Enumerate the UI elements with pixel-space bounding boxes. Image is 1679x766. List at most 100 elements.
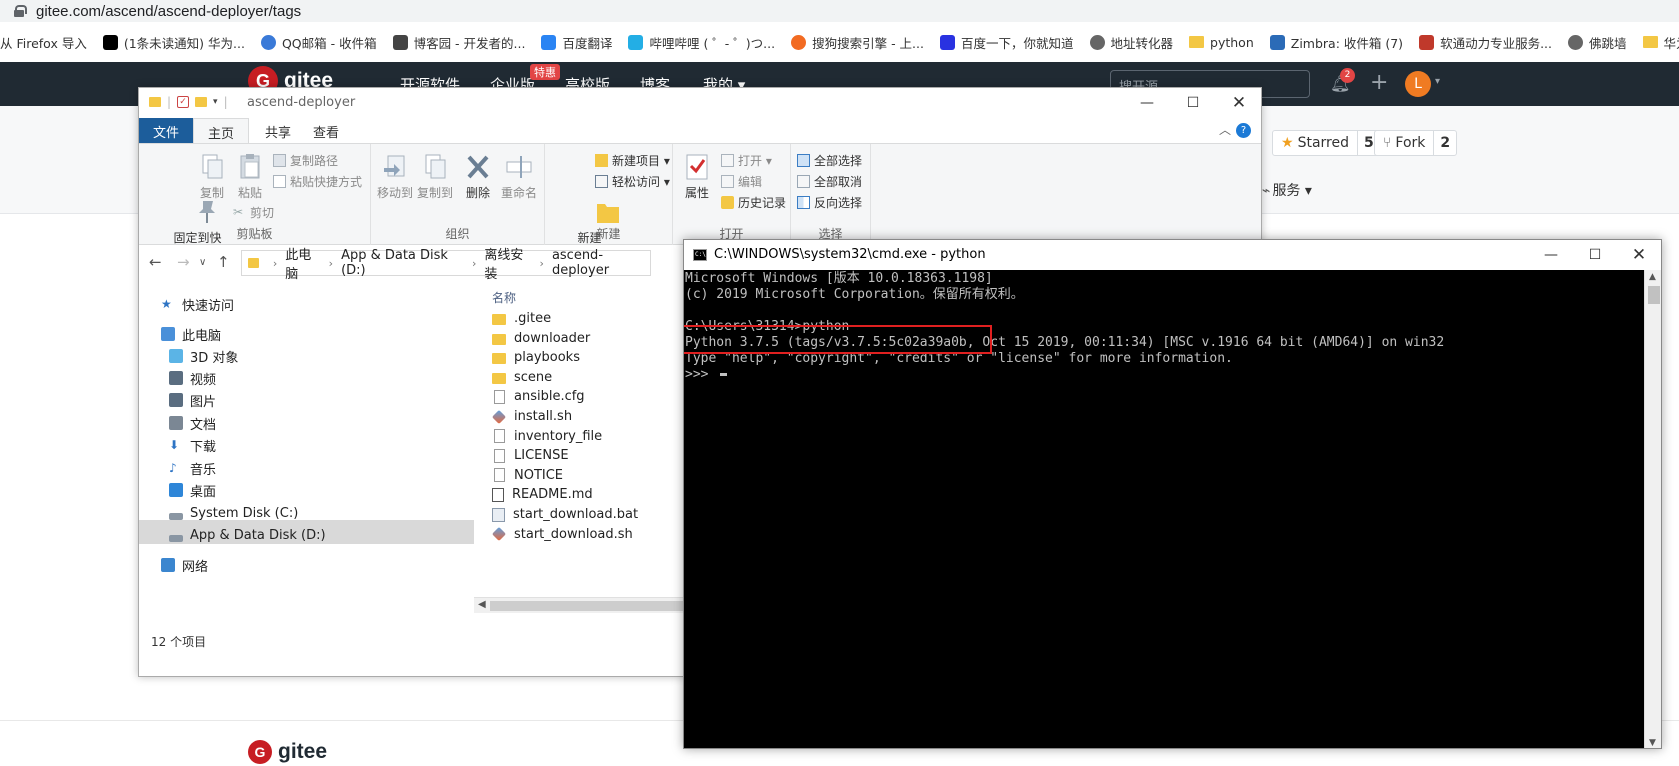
file-row[interactable]: playbooks [492, 348, 580, 367]
cmd-title-bar[interactable]: C:\ C:\WINDOWS\system32\cmd.exe - python… [684, 240, 1661, 270]
scroll-up-icon[interactable]: ▲ [1649, 272, 1656, 282]
breadcrumb-item[interactable]: ascend-deployer [552, 248, 650, 278]
help-icon[interactable]: ? [1236, 123, 1251, 138]
nav-pane-item[interactable]: ⬇ 下载 [169, 434, 216, 456]
chevron-up-icon[interactable]: ︿ [1219, 121, 1231, 138]
rename-button[interactable]: 重命名 [497, 152, 541, 201]
copy-path-button[interactable]: 复制路径 [273, 152, 338, 169]
customize-toolbar-icon[interactable]: ▾ [213, 97, 218, 107]
properties-button[interactable]: 属性 [677, 152, 717, 201]
star-button[interactable]: ★ Starred 5 [1272, 130, 1381, 156]
breadcrumb-item[interactable]: 离线安装 [484, 244, 531, 282]
nav-pane-item[interactable]: 3D 对象 [169, 345, 238, 367]
nav-pane-item[interactable]: 图片 [169, 389, 216, 411]
close-button[interactable]: ✕ [1217, 91, 1261, 115]
gitee-footer-logo[interactable]: G gitee [248, 740, 327, 764]
avatar[interactable]: L [1405, 71, 1431, 97]
paste-button[interactable]: 粘贴 [231, 152, 269, 201]
bookmark-item[interactable]: 百度一下，你就知道 [939, 33, 1074, 52]
bookmark-item[interactable]: 百度翻译 [541, 33, 612, 52]
file-row[interactable]: ansible.cfg [492, 387, 585, 406]
bookmark-item[interactable]: 佛跳墙 [1567, 33, 1627, 52]
delete-button[interactable]: 删除 [461, 152, 495, 201]
services-menu[interactable]: ⌁ 服务 ▾ [1262, 180, 1312, 200]
nav-pane-item[interactable]: App & Data Disk (D:) [169, 524, 326, 546]
select-none-button[interactable]: 全部取消 [797, 173, 862, 190]
file-row[interactable]: .gitee [492, 309, 551, 328]
tab-view[interactable]: 查看 [299, 118, 353, 143]
cut-button[interactable]: ✂ 剪切 [233, 204, 274, 221]
url-text[interactable]: gitee.com/ascend/ascend-deployer/tags [36, 3, 301, 20]
scrollbar-thumb[interactable] [1648, 286, 1660, 304]
bookmark-item[interactable]: Zimbra: 收件箱 (7) [1269, 33, 1403, 52]
paste-shortcut-button[interactable]: 粘贴快捷方式 [273, 173, 362, 190]
nav-pane-item[interactable]: ★ 快速访问 [161, 293, 234, 315]
column-header-name[interactable]: 名称 [492, 289, 516, 306]
move-to-button[interactable]: 移动到 [375, 152, 415, 201]
easy-access-button[interactable]: 轻松访问 ▾ [595, 173, 670, 190]
bookmark-item[interactable]: 博客园 - 开发者的... [392, 33, 525, 52]
nav-pane-item[interactable]: 文档 [169, 412, 216, 434]
new-item-button[interactable]: 新建项目 ▾ [595, 152, 670, 169]
chevron-down-icon[interactable]: ▾ [1435, 76, 1440, 87]
open-button[interactable]: 打开 ▾ [721, 152, 772, 169]
nav-pane-item[interactable]: 此电脑 [161, 323, 221, 345]
edit-button[interactable]: 编辑 [721, 173, 762, 190]
tab-file[interactable]: 文件 [139, 118, 193, 143]
vertical-scrollbar[interactable]: ▲ ▼ [1644, 270, 1661, 748]
back-arrow-icon[interactable]: ← [149, 253, 162, 271]
scroll-left-icon[interactable]: ◀ [478, 599, 486, 610]
invert-selection-button[interactable]: 反向选择 [797, 194, 862, 211]
breadcrumb-item[interactable]: 此电脑 [285, 244, 320, 282]
file-row[interactable]: LICENSE [492, 446, 569, 465]
maximize-button[interactable]: ☐ [1171, 91, 1215, 115]
maximize-button[interactable]: ☐ [1573, 243, 1617, 267]
up-arrow-icon[interactable]: ↑ [217, 253, 230, 271]
breadcrumb-item[interactable]: App & Data Disk (D:) [341, 248, 464, 278]
plus-icon[interactable]: + [1370, 70, 1388, 95]
history-button[interactable]: 历史记录 [721, 194, 786, 211]
explorer-title-bar[interactable]: | ✓ ▾ | ascend-deployer — ☐ ✕ [139, 88, 1261, 118]
scroll-down-icon[interactable]: ▼ [1649, 738, 1656, 748]
file-row[interactable]: start_download.sh [491, 525, 633, 544]
select-all-button[interactable]: 全部选择 [797, 152, 862, 169]
file-row[interactable]: README.md [492, 485, 593, 504]
file-row[interactable]: scene [492, 368, 552, 387]
bookmark-item[interactable]: 搜狗搜索引擎 - 上... [791, 33, 924, 52]
minimize-button[interactable]: — [1125, 91, 1169, 115]
forward-arrow-icon[interactable]: → [177, 253, 190, 271]
recent-locations-chevron-icon[interactable]: ∨ [199, 257, 206, 268]
tab-home[interactable]: 主页 [193, 118, 250, 143]
file-row[interactable]: start_download.bat [492, 505, 638, 524]
new-folder-icon[interactable] [195, 97, 208, 107]
file-row[interactable]: install.sh [491, 407, 572, 426]
nav-pane-item[interactable]: 视频 [169, 367, 216, 389]
breadcrumb[interactable]: › 此电脑 › App & Data Disk (D:) › 离线安装 › as… [241, 248, 651, 282]
file-row[interactable]: inventory_file [492, 427, 602, 446]
nav-pane-item[interactable]: ♪ 音乐 [169, 457, 216, 479]
tab-share[interactable]: 共享 [251, 118, 305, 143]
nav-pane-item[interactable]: 网络 [161, 554, 208, 576]
bookmark-item[interactable]: QQ邮箱 - 收件箱 [260, 33, 377, 52]
bookmark-item[interactable]: 华为 [1642, 33, 1679, 52]
gitee-logo-icon: G [248, 740, 272, 764]
bookmark-item[interactable]: 软通动力专业服务... [1419, 33, 1552, 52]
bookmark-item[interactable]: 地址转化器 [1089, 33, 1173, 52]
close-button[interactable]: ✕ [1617, 243, 1661, 267]
console-prompt-line[interactable]: >>> [685, 367, 1644, 383]
file-row[interactable]: NOTICE [492, 466, 563, 485]
nav-pane-item[interactable]: System Disk (C:) [169, 502, 298, 524]
file-row[interactable]: downloader [492, 329, 590, 348]
properties-check-icon[interactable]: ✓ [177, 96, 190, 108]
address-bar[interactable]: gitee.com/ascend/ascend-deployer/tags [0, 0, 1679, 22]
bookmark-item[interactable]: (1条未读通知) 华为... [102, 33, 245, 52]
nav-pane-item[interactable]: 桌面 [169, 479, 216, 501]
copy-to-button[interactable]: 复制到 [415, 152, 455, 201]
bookmark-item[interactable]: 哔哩哔哩 ( ゜- ゜)つ... [628, 33, 775, 52]
bookmark-item[interactable]: python [1189, 35, 1254, 50]
bookmark-item[interactable]: 从 Firefox 导入 [0, 33, 87, 52]
file-name: LICENSE [514, 448, 569, 464]
minimize-button[interactable]: — [1529, 243, 1573, 267]
fork-button[interactable]: ⑂ Fork 2 [1374, 130, 1458, 156]
copy-button[interactable]: 复制 [193, 152, 231, 201]
